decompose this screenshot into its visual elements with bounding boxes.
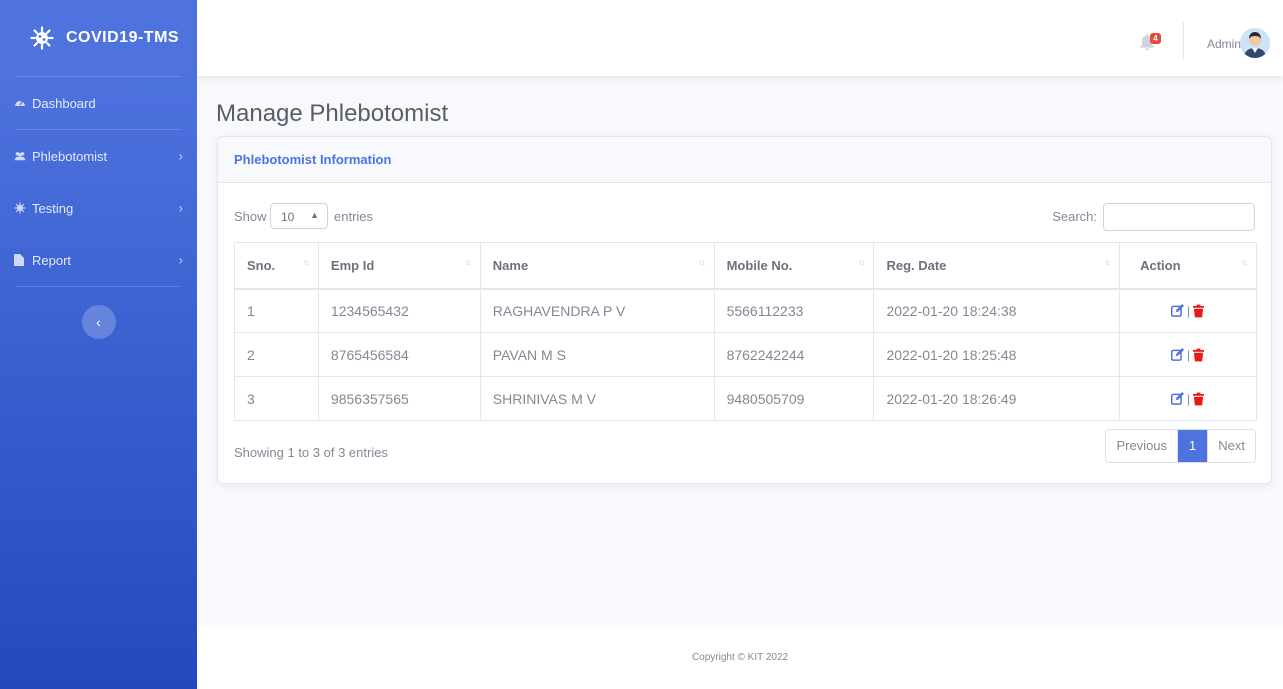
column-header-emp-id[interactable]: Emp Id ↑↓ — [317, 242, 481, 290]
page-button-1[interactable]: 1 — [1177, 430, 1208, 462]
sort-icon: ↑↓ — [1104, 257, 1111, 267]
cell-name: SHRINIVAS M V — [479, 376, 715, 421]
sidebar: COVID19-TMS Dashboard Phlebotomist › Tes… — [0, 0, 197, 689]
cell-sno: 2 — [234, 332, 319, 377]
sidebar-toggle-button[interactable]: ‹ — [81, 305, 116, 339]
card-title: Phlebotomist Information — [234, 152, 392, 167]
virus-icon — [14, 202, 26, 214]
sidebar-item-phlebotomist[interactable]: Phlebotomist › — [0, 130, 197, 182]
edit-icon[interactable] — [1170, 304, 1184, 318]
action-separator: | — [1186, 303, 1191, 318]
cell-name: RAGHAVENDRA P V — [479, 288, 715, 333]
action-separator: | — [1186, 391, 1191, 406]
cell-reg-date: 2022-01-20 18:26:49 — [873, 376, 1121, 421]
action-separator: | — [1186, 347, 1191, 362]
alert-count-badge: 4 — [1150, 33, 1161, 44]
chevron-right-icon: › — [178, 200, 183, 216]
card-header: Phlebotomist Information — [218, 137, 1271, 183]
select-arrows-icon: ▲︎ — [310, 210, 319, 220]
phlebotomist-table: Sno. ↑↓ Emp Id ↑↓ Name ↑↓ Mobile No. ↑↓ Reg.… — [234, 242, 1257, 421]
previous-page-button[interactable]: Previous — [1106, 430, 1178, 462]
sort-icon: ↑↓ — [698, 257, 706, 267]
table-row: 2 8765456584 PAVAN M S 8762242244 2022-0… — [234, 332, 1257, 377]
column-header-action[interactable]: Action ↑↓ — [1119, 242, 1257, 290]
trash-icon[interactable] — [1193, 348, 1205, 362]
cell-reg-date: 2022-01-20 18:24:38 — [873, 288, 1121, 333]
cell-action: | — [1119, 288, 1257, 333]
cell-mobile: 9480505709 — [713, 376, 875, 421]
sort-icon: ↑↓ — [858, 257, 865, 267]
table-row: 3 9856357565 SHRINIVAS M V 9480505709 20… — [234, 376, 1257, 421]
chevron-right-icon: › — [178, 148, 183, 164]
table-controls: Show 10 ▲︎ entries Search: — [234, 203, 1255, 231]
cell-action: | — [1119, 332, 1257, 377]
show-label: Show — [234, 209, 267, 224]
copyright-text: Copyright © KIT 2022 — [691, 652, 789, 663]
sidebar-toggle-wrap: ‹ — [0, 287, 197, 339]
trash-icon[interactable] — [1193, 304, 1205, 318]
table-info: Showing 1 to 3 of 3 entries — [234, 445, 388, 460]
cell-sno: 1 — [234, 288, 319, 333]
chevron-right-icon: › — [178, 252, 183, 268]
cell-mobile: 8762242244 — [713, 332, 875, 377]
column-header-mobile[interactable]: Mobile No. ↑↓ — [713, 242, 875, 290]
tachometer-icon — [14, 97, 26, 109]
cell-emp-id: 8765456584 — [317, 332, 481, 377]
cell-action: | — [1119, 376, 1257, 421]
table-header-row: Sno. ↑↓ Emp Id ↑↓ Name ↑↓ Mobile No. ↑↓ Reg.… — [234, 242, 1257, 290]
users-icon — [14, 150, 26, 162]
page-length-value: 10 — [281, 210, 295, 224]
brand-title: COVID19-TMS — [66, 29, 180, 46]
sidebar-item-label: Report — [32, 252, 72, 268]
topbar-divider — [1183, 22, 1184, 60]
brand-link[interactable]: COVID19-TMS — [0, 0, 197, 76]
file-icon — [14, 254, 26, 266]
table-row: 1 1234565432 RAGHAVENDRA P V 5566112233 … — [234, 288, 1257, 333]
sidebar-item-report[interactable]: Report › — [0, 234, 197, 286]
cell-sno: 3 — [234, 376, 319, 421]
sort-icon: ↑↓ — [464, 257, 472, 267]
next-page-button[interactable]: Next — [1207, 430, 1255, 462]
search-input[interactable] — [1103, 203, 1255, 231]
pagination: Previous 1 Next — [1105, 429, 1256, 463]
avatar[interactable] — [1240, 28, 1270, 58]
entries-label: entries — [334, 209, 374, 224]
edit-icon[interactable] — [1170, 392, 1184, 405]
phlebotomist-card: Phlebotomist Information Show 10 ▲︎ entr… — [217, 136, 1272, 484]
cell-name: PAVAN M S — [479, 332, 715, 377]
sidebar-item-testing[interactable]: Testing › — [0, 182, 197, 234]
sidebar-item-label: Phlebotomist — [32, 148, 108, 164]
cell-emp-id: 1234565432 — [317, 288, 481, 333]
sidebar-item-label: Dashboard — [32, 95, 96, 111]
search-label: Search: — [1052, 209, 1097, 224]
chevron-left-icon: ‹ — [96, 314, 101, 330]
sidebar-item-label: Testing — [32, 200, 74, 216]
column-header-sno[interactable]: Sno. ↑↓ — [234, 242, 319, 290]
column-header-reg-date[interactable]: Reg. Date ↑↓ — [873, 242, 1121, 290]
virus-logo-icon — [30, 26, 54, 50]
user-name[interactable]: Admin — [1207, 37, 1241, 51]
sidebar-item-dashboard[interactable]: Dashboard — [0, 77, 197, 129]
cell-emp-id: 9856357565 — [317, 376, 481, 421]
edit-icon[interactable] — [1170, 348, 1184, 361]
column-header-name[interactable]: Name ↑↓ — [479, 242, 715, 290]
cell-mobile: 5566112233 — [713, 288, 875, 333]
cell-reg-date: 2022-01-20 18:25:48 — [873, 332, 1121, 377]
sort-icon: ↑↓ — [302, 257, 310, 267]
page-length-select[interactable]: 10 ▲︎ — [270, 203, 328, 229]
page-title: Manage Phlebotomist — [216, 100, 449, 127]
sort-icon: ↑↓ — [1241, 257, 1248, 267]
topbar — [197, 0, 1283, 76]
footer: Copyright © KIT 2022 — [197, 625, 1283, 689]
trash-icon[interactable] — [1193, 392, 1205, 406]
